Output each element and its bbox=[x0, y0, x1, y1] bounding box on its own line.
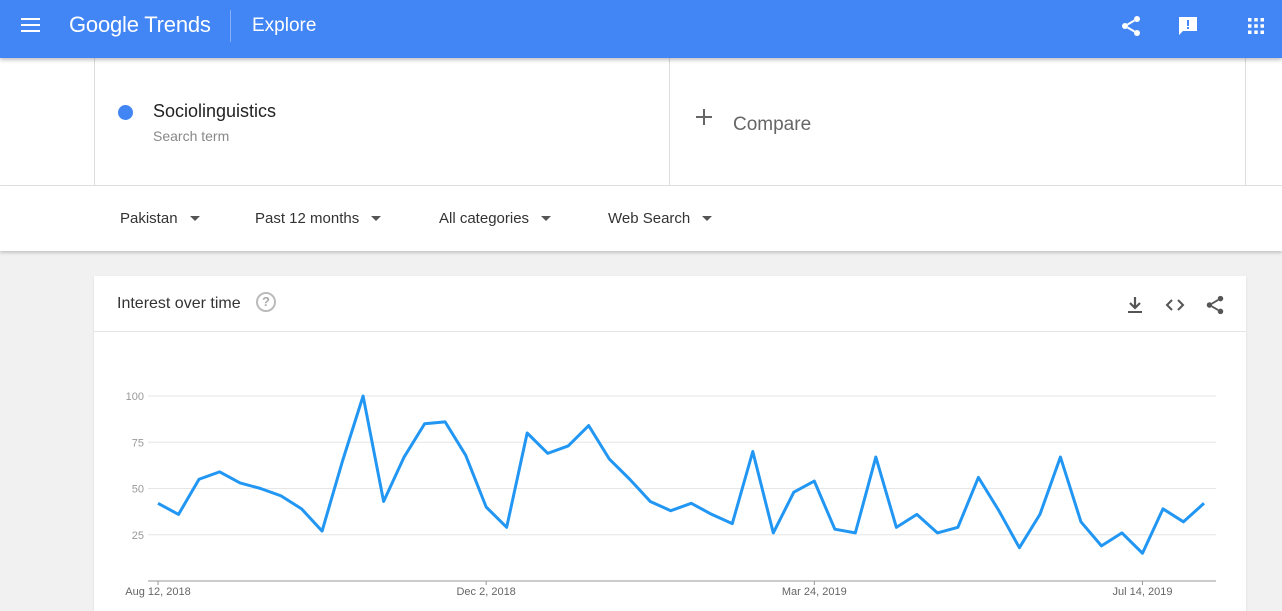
menu-icon[interactable] bbox=[21, 17, 41, 33]
compare-button[interactable]: Compare bbox=[670, 58, 1246, 186]
term-color-dot bbox=[118, 105, 133, 120]
data-point[interactable] bbox=[646, 497, 654, 505]
y-tick-label: 25 bbox=[132, 530, 144, 542]
data-point[interactable] bbox=[851, 529, 859, 537]
data-point[interactable] bbox=[154, 499, 162, 507]
time-range-dropdown[interactable]: Past 12 months bbox=[255, 210, 382, 227]
data-point[interactable] bbox=[749, 448, 757, 456]
interest-line-chart[interactable]: 25 50 75 100 Aug 12, 2018 Dec 2, 2018 Mar 24, … bbox=[94, 276, 1246, 611]
plus-icon bbox=[696, 109, 712, 125]
data-point[interactable] bbox=[933, 529, 941, 537]
search-term-type: Search term bbox=[153, 128, 230, 144]
data-point[interactable] bbox=[216, 468, 224, 476]
x-tick-label: Aug 12, 2018 bbox=[125, 586, 190, 598]
data-point[interactable] bbox=[626, 475, 634, 483]
x-tick-label: Jul 14, 2019 bbox=[1113, 586, 1173, 598]
caret-down-icon bbox=[541, 215, 552, 221]
data-point[interactable] bbox=[728, 520, 736, 528]
data-point[interactable] bbox=[974, 473, 982, 481]
data-point[interactable] bbox=[339, 457, 347, 465]
data-point[interactable] bbox=[1097, 542, 1105, 550]
search-type-label: Web Search bbox=[608, 210, 691, 227]
data-point[interactable] bbox=[790, 488, 798, 496]
data-point[interactable] bbox=[892, 523, 900, 531]
data-point[interactable] bbox=[236, 479, 244, 487]
data-point[interactable] bbox=[441, 418, 449, 426]
data-point[interactable] bbox=[769, 529, 777, 537]
data-point[interactable] bbox=[1077, 518, 1085, 526]
caret-down-icon bbox=[702, 215, 713, 221]
data-point[interactable] bbox=[482, 503, 490, 511]
feedback-icon[interactable] bbox=[1176, 14, 1200, 38]
data-point[interactable] bbox=[523, 429, 531, 437]
data-point[interactable] bbox=[195, 475, 203, 483]
data-point[interactable] bbox=[503, 523, 511, 531]
data-point[interactable] bbox=[277, 492, 285, 500]
data-point[interactable] bbox=[462, 451, 470, 459]
data-point[interactable] bbox=[1118, 529, 1126, 537]
region-dropdown[interactable]: Pakistan bbox=[120, 210, 200, 227]
interest-over-time-card: Interest over time ? 25 50 75 100 Aug 12, 20… bbox=[94, 276, 1246, 611]
filter-bar: Pakistan Past 12 months All categories W… bbox=[0, 186, 1282, 251]
data-point[interactable] bbox=[544, 449, 552, 457]
data-point[interactable] bbox=[667, 507, 675, 515]
y-tick-label: 50 bbox=[132, 484, 144, 496]
data-point[interactable] bbox=[359, 392, 367, 400]
category-label: All categories bbox=[439, 210, 530, 227]
data-point[interactable] bbox=[1159, 505, 1167, 513]
data-point[interactable] bbox=[913, 510, 921, 518]
data-point[interactable] bbox=[810, 477, 818, 485]
apps-icon[interactable] bbox=[1244, 14, 1268, 38]
x-tick-label: Mar 24, 2019 bbox=[782, 586, 847, 598]
data-point[interactable] bbox=[1200, 499, 1208, 507]
time-range-label: Past 12 months bbox=[255, 210, 360, 227]
compare-label: Compare bbox=[733, 114, 812, 135]
top-app-bar: Google Trends Explore bbox=[0, 0, 1282, 58]
y-tick-label: 75 bbox=[132, 437, 144, 449]
data-point[interactable] bbox=[175, 510, 183, 518]
category-dropdown[interactable]: All categories bbox=[439, 210, 552, 227]
y-tick-label: 100 bbox=[126, 391, 144, 403]
x-tick-label: Dec 2, 2018 bbox=[456, 586, 515, 598]
header-divider bbox=[230, 10, 231, 42]
data-point[interactable] bbox=[1056, 453, 1064, 461]
data-point[interactable] bbox=[708, 510, 716, 518]
series-line-sociolinguistics bbox=[157, 394, 1206, 555]
data-point[interactable] bbox=[831, 525, 839, 533]
data-point[interactable] bbox=[380, 497, 388, 505]
caret-down-icon bbox=[189, 215, 200, 221]
data-point[interactable] bbox=[564, 442, 572, 450]
search-type-dropdown[interactable]: Web Search bbox=[608, 210, 713, 227]
search-term-card[interactable]: Sociolinguistics Search term bbox=[94, 58, 670, 186]
data-point[interactable] bbox=[1138, 549, 1146, 557]
data-point[interactable] bbox=[995, 507, 1003, 515]
data-point[interactable] bbox=[1179, 518, 1187, 526]
data-point[interactable] bbox=[257, 485, 265, 493]
google-trends-logo[interactable]: Google Trends bbox=[69, 12, 211, 38]
search-term-name[interactable]: Sociolinguistics bbox=[153, 101, 276, 122]
share-icon[interactable] bbox=[1119, 14, 1143, 38]
data-point[interactable] bbox=[872, 453, 880, 461]
data-point[interactable] bbox=[400, 453, 408, 461]
data-point[interactable] bbox=[954, 523, 962, 531]
data-point[interactable] bbox=[298, 505, 306, 513]
data-point[interactable] bbox=[687, 499, 695, 507]
data-point[interactable] bbox=[1036, 510, 1044, 518]
search-terms-row: Sociolinguistics Search term Compare bbox=[0, 58, 1282, 186]
data-point[interactable] bbox=[421, 420, 429, 428]
region-label: Pakistan bbox=[120, 210, 178, 227]
data-point[interactable] bbox=[318, 527, 326, 535]
page-title: Explore bbox=[252, 15, 317, 36]
caret-down-icon bbox=[371, 215, 382, 221]
data-point[interactable] bbox=[585, 422, 593, 430]
data-point[interactable] bbox=[605, 455, 613, 463]
data-point[interactable] bbox=[1015, 544, 1023, 552]
